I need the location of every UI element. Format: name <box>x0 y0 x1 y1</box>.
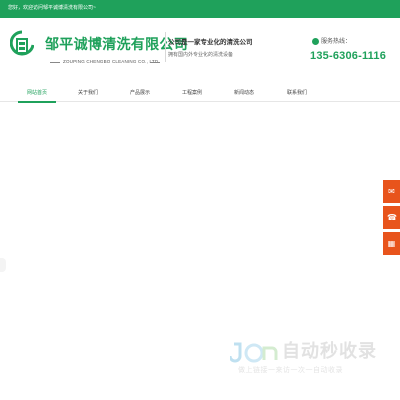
top-bar: 您好，欢迎访问邹平诚博清洗有限公司~ <box>0 0 400 18</box>
company-name-en: ZOUPING CHENGBO CLEANING CO., LTD. <box>63 59 160 64</box>
side-phone-button[interactable]: ☎ <box>383 206 400 229</box>
nav-item-news[interactable]: 新闻动态 <box>219 84 269 102</box>
hotline-number: 135-6306-1116 <box>310 50 387 62</box>
page: 您好，欢迎访问邹平诚博清洗有限公司~ 邹平诚博清洗有限公司 ZOUPING CH… <box>0 0 400 400</box>
company-logo-icon[interactable] <box>10 30 34 60</box>
welcome-text: 您好，欢迎访问邹平诚博清洗有限公司~ <box>8 5 96 11</box>
slogan-main: 公司是一家专业化的清洗公司 <box>168 39 253 46</box>
message-icon: ✉ <box>388 187 395 196</box>
qrcode-icon: ▦ <box>387 239 396 248</box>
nav-item-contact[interactable]: 联系我们 <box>272 84 322 102</box>
phone-icon: ☎ <box>387 213 397 222</box>
nav-item-products[interactable]: 产品展示 <box>115 84 165 102</box>
nav-item-cases[interactable]: 工程案例 <box>167 84 217 102</box>
slider-prev-button[interactable] <box>0 258 6 272</box>
side-qrcode-button[interactable]: ▦ <box>383 232 400 255</box>
hotline-label: 服务热线： <box>321 39 352 45</box>
side-message-button[interactable]: ✉ <box>383 180 400 203</box>
divider-line <box>150 62 160 63</box>
watermark-title: 自动秒收录 <box>282 341 377 361</box>
watermark-logo-icon <box>230 342 278 363</box>
nav-item-about[interactable]: 关于我们 <box>63 84 113 102</box>
nav-active-indicator <box>18 101 56 103</box>
header-divider <box>165 32 166 62</box>
slogan-sub: 拥有国内外专业化的清洗设备 <box>168 52 234 58</box>
watermark-subtitle: 做上链接一来访一次一自动收录 <box>238 367 343 374</box>
phone-icon <box>312 38 319 45</box>
divider-line <box>50 62 60 63</box>
nav-item-home[interactable]: 网站首页 <box>12 84 62 102</box>
company-name[interactable]: 邹平诚博清洗有限公司 <box>45 36 188 52</box>
